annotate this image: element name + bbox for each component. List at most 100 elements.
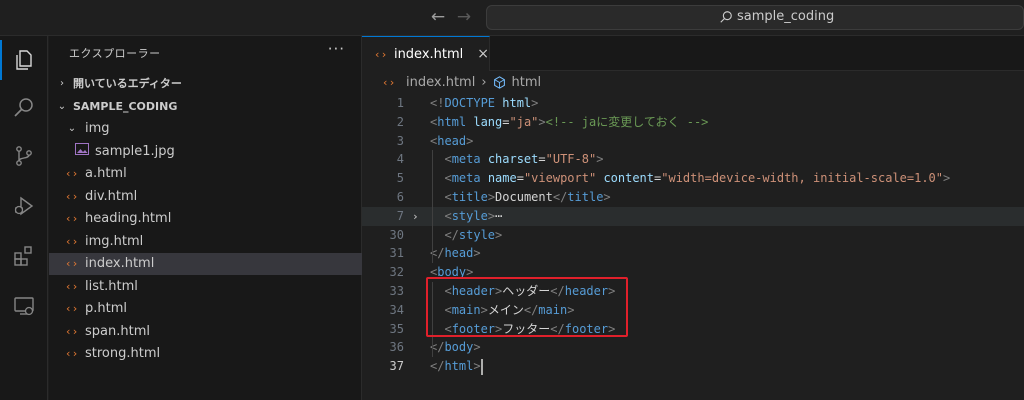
chevron-down-icon: ⌄: [67, 122, 77, 134]
html-file-icon: ‹›: [65, 212, 79, 225]
activity-bar: [0, 36, 48, 400]
html-file-icon: ‹›: [382, 76, 396, 89]
file-item-sample1-jpg[interactable]: sample1.jpg: [49, 140, 362, 162]
html-file-icon: ‹›: [65, 347, 79, 360]
text-cursor: [480, 358, 483, 375]
source-control-icon[interactable]: [0, 136, 48, 176]
editor-area: ‹› index.html × ‹› index.html › html 1 <!…: [362, 36, 1024, 400]
html-file-icon: ‹›: [65, 257, 79, 270]
html-file-icon: ‹›: [65, 279, 79, 293]
command-center-label: sample_coding: [737, 9, 835, 24]
file-item-p-html[interactable]: ‹› p.html: [49, 298, 362, 320]
file-label: a.html: [85, 166, 127, 181]
tab-index-html[interactable]: ‹› index.html ×: [362, 36, 490, 71]
breadcrumb: ‹› index.html › html: [382, 75, 541, 90]
html-file-icon: ‹›: [65, 324, 79, 338]
breadcrumb-node[interactable]: html: [512, 75, 542, 90]
line-number: 2: [396, 114, 404, 129]
line-number: 30: [389, 227, 404, 242]
line-content: <!DOCTYPE html>: [430, 96, 539, 110]
project-root[interactable]: ⌄ SAMPLE_CODING: [49, 95, 362, 117]
line-number: 31: [389, 246, 404, 261]
html-file-icon: ‹›: [65, 189, 79, 203]
breadcrumb-separator: ›: [481, 75, 487, 90]
line-number: 4: [396, 152, 404, 167]
code-line[interactable]: 31 </head>: [362, 244, 1024, 263]
line-content: <html lang="ja"><!-- jaに変更しておく -->: [430, 114, 709, 129]
html-file-icon: ‹›: [65, 234, 79, 248]
file-item-span-html[interactable]: ‹› span.html: [49, 320, 362, 342]
line-number: 1: [396, 96, 404, 110]
file-item-div-html[interactable]: ‹› div.html: [49, 185, 362, 207]
line-number: 3: [396, 133, 404, 148]
file-label: div.html: [85, 188, 138, 204]
command-center-search[interactable]: sample_coding: [486, 5, 1024, 30]
breadcrumb-file[interactable]: index.html: [406, 75, 475, 90]
symbol-element-icon: [493, 76, 505, 89]
open-editors-section[interactable]: › 開いているエディター: [49, 72, 362, 94]
chevron-down-icon: ⌄: [57, 100, 67, 112]
search-icon[interactable]: [0, 88, 48, 128]
tab-bar: ‹› index.html ×: [362, 36, 1024, 71]
image-file-icon: [75, 143, 93, 159]
code-line[interactable]: 3 <head>: [362, 132, 1024, 151]
code-line[interactable]: 7 › <style>⋯: [362, 206, 1024, 226]
line-number: 6: [396, 190, 404, 204]
line-content: <meta charset="UTF-8">: [444, 152, 604, 167]
line-content: <head>: [430, 133, 474, 148]
title-bar: ← → sample_coding: [0, 0, 1024, 36]
line-number: 35: [389, 321, 404, 336]
line-content: </body>: [430, 340, 481, 355]
file-item-img-html[interactable]: ‹› img.html: [49, 230, 362, 252]
line-number: 34: [389, 302, 404, 317]
code-line[interactable]: 36 </body>: [362, 338, 1024, 357]
file-item-index-html[interactable]: ‹› index.html: [49, 252, 362, 275]
indent-guide: [432, 150, 433, 264]
fold-chevron-icon[interactable]: ›: [412, 207, 422, 226]
code-line[interactable]: 5 <meta name="viewport" content="width=d…: [362, 169, 1024, 188]
more-actions-icon[interactable]: ···: [328, 40, 345, 58]
line-number: 32: [389, 265, 404, 280]
file-label: img.html: [85, 233, 144, 249]
explorer-sidebar: エクスプローラー ··· › 開いているエディター ⌄ SAMPLE_CODIN…: [49, 36, 362, 400]
line-content: <meta name="viewport" content="width=dev…: [444, 171, 951, 186]
file-item-list-html[interactable]: ‹› list.html: [49, 275, 362, 297]
line-number: 7: [396, 208, 404, 223]
file-item-strong-html[interactable]: ‹› strong.html: [49, 343, 362, 365]
html-file-icon: ‹›: [65, 167, 79, 180]
arrow-left-icon[interactable]: ←: [428, 7, 448, 27]
line-number: 5: [396, 171, 404, 186]
code-line[interactable]: 4 <meta charset="UTF-8">: [362, 150, 1024, 169]
line-content: </html>: [430, 358, 483, 375]
line-content: <title>Document</title>: [444, 190, 611, 204]
file-label: index.html: [85, 256, 155, 271]
file-item-heading-html[interactable]: ‹› heading.html: [49, 208, 362, 230]
line-number: 37: [389, 359, 404, 374]
line-number: 36: [389, 340, 404, 355]
code-line[interactable]: 6 <title>Document</title>: [362, 188, 1024, 207]
line-content: </style>: [444, 227, 503, 242]
extensions-icon[interactable]: [0, 236, 48, 276]
code-line[interactable]: 1 <!DOCTYPE html>: [362, 94, 1024, 113]
file-label: span.html: [85, 323, 150, 339]
explorer-icon[interactable]: [0, 40, 48, 80]
close-icon[interactable]: ×: [477, 46, 489, 62]
search-icon: [720, 10, 732, 23]
file-item-a-html[interactable]: ‹› a.html: [49, 163, 362, 185]
file-label: p.html: [85, 301, 127, 316]
code-line[interactable]: 37 </html>: [362, 357, 1024, 376]
html-file-icon: ‹›: [374, 47, 388, 61]
line-number: 33: [389, 284, 404, 298]
code-line[interactable]: 30 </style>: [362, 226, 1024, 245]
arrow-right-icon[interactable]: →: [454, 7, 474, 27]
line-content: </head>: [430, 246, 481, 261]
run-debug-icon[interactable]: [0, 186, 48, 226]
remote-explorer-icon[interactable]: [0, 286, 48, 326]
folder-img[interactable]: ⌄ img: [49, 117, 362, 139]
file-label: list.html: [85, 278, 138, 294]
highlight-box: [426, 277, 628, 337]
html-file-icon: ‹›: [65, 302, 79, 315]
file-label: strong.html: [85, 346, 161, 361]
tab-label: index.html: [393, 46, 464, 62]
code-line[interactable]: 2 <html lang="ja"><!-- jaに変更しておく -->: [362, 113, 1024, 132]
